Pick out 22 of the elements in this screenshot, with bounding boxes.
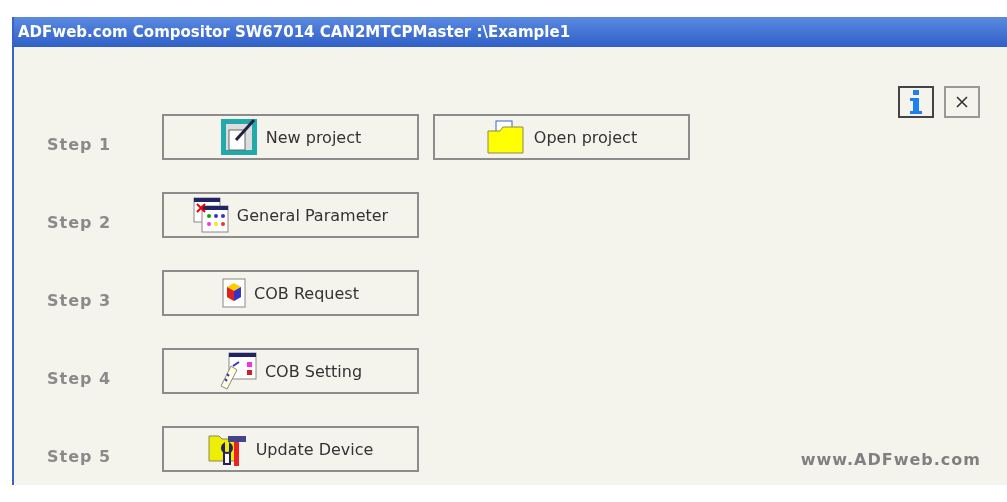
step-button[interactable]: COB Setting: [162, 348, 419, 394]
window-title: ADFweb.com Compositor SW67014 CAN2MTCPMaster :\Example1: [14, 17, 1007, 47]
info-icon: [909, 90, 923, 114]
close-icon: [956, 96, 968, 108]
step-button[interactable]: General Parameter: [162, 192, 419, 238]
step-button[interactable]: New project: [162, 114, 419, 160]
step-label: Step 5: [47, 445, 113, 466]
step-label: Step 1: [47, 133, 113, 154]
info-button[interactable]: [898, 86, 934, 118]
step-button[interactable]: Open project: [433, 114, 690, 160]
settings-window-icon: [218, 352, 257, 390]
step-label: Step 2: [47, 211, 113, 232]
drawing-pad-icon: [219, 118, 258, 156]
step-label: Step 3: [47, 289, 113, 310]
windows-icon: [192, 197, 229, 233]
step-button[interactable]: Update Device: [162, 426, 419, 472]
cube-icon: [222, 278, 247, 308]
step-label: Step 4: [47, 367, 113, 388]
step-button[interactable]: COB Request: [162, 270, 419, 316]
website-text: www.ADFweb.com: [800, 450, 981, 469]
close-button[interactable]: [944, 86, 980, 118]
folder-icon: [485, 119, 526, 155]
